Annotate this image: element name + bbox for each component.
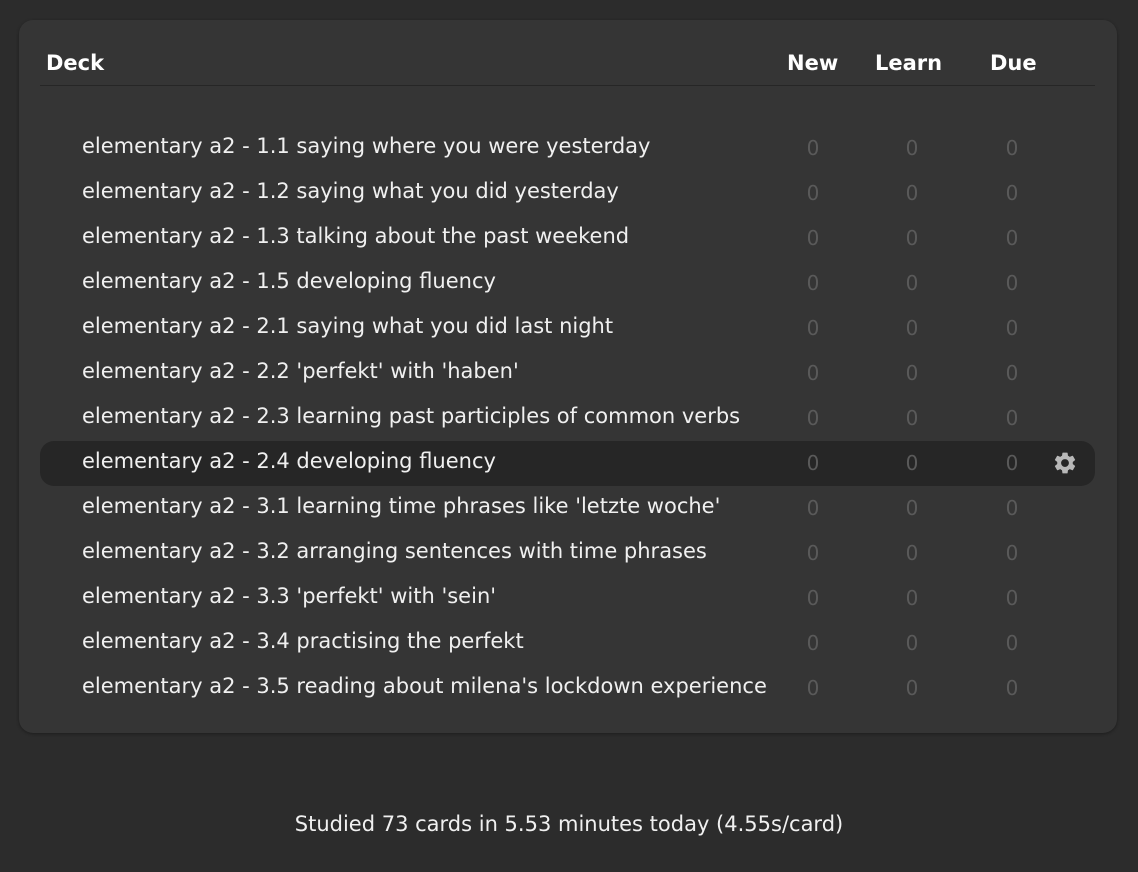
- learn-count: 0: [905, 586, 919, 610]
- due-count: 0: [1005, 316, 1019, 340]
- deck-name-link[interactable]: elementary a2 - 3.4 practising the perfe…: [82, 629, 524, 653]
- learn-count: 0: [905, 541, 919, 565]
- deck-row[interactable]: elementary a2 - 2.1 saying what you did …: [40, 306, 1095, 351]
- deck-name-link[interactable]: elementary a2 - 3.2 arranging sentences …: [82, 539, 707, 563]
- deck-row[interactable]: elementary a2 - 2.3 learning past partic…: [40, 396, 1095, 441]
- column-header-due: Due: [990, 51, 1037, 75]
- deck-row[interactable]: elementary a2 - 1.1 saying where you wer…: [40, 126, 1095, 171]
- due-count: 0: [1005, 631, 1019, 655]
- new-count: 0: [806, 586, 820, 610]
- new-count: 0: [806, 406, 820, 430]
- new-count: 0: [806, 631, 820, 655]
- new-count: 0: [806, 226, 820, 250]
- due-count: 0: [1005, 496, 1019, 520]
- column-header-learn: Learn: [875, 51, 943, 75]
- learn-count: 0: [905, 361, 919, 385]
- new-count: 0: [806, 271, 820, 295]
- deck-name-link[interactable]: elementary a2 - 3.3 'perfekt' with 'sein…: [82, 584, 496, 608]
- deck-name-link[interactable]: elementary a2 - 1.1 saying where you wer…: [82, 134, 650, 158]
- learn-count: 0: [905, 496, 919, 520]
- deck-row[interactable]: elementary a2 - 3.5 reading about milena…: [40, 666, 1095, 711]
- learn-count: 0: [905, 316, 919, 340]
- deck-name-link[interactable]: elementary a2 - 2.1 saying what you did …: [82, 314, 613, 338]
- learn-count: 0: [905, 631, 919, 655]
- due-count: 0: [1005, 406, 1019, 430]
- new-count: 0: [806, 361, 820, 385]
- deck-row[interactable]: elementary a2 - 3.2 arranging sentences …: [40, 531, 1095, 576]
- deck-row[interactable]: elementary a2 - 3.3 'perfekt' with 'sein…: [40, 576, 1095, 621]
- deck-row[interactable]: elementary a2 - 3.1 learning time phrase…: [40, 486, 1095, 531]
- new-count: 0: [806, 136, 820, 160]
- deck-name-link[interactable]: elementary a2 - 2.2 'perfekt' with 'habe…: [82, 359, 519, 383]
- due-count: 0: [1005, 361, 1019, 385]
- due-count: 0: [1005, 541, 1019, 565]
- deck-row[interactable]: elementary a2 - 2.2 'perfekt' with 'habe…: [40, 351, 1095, 396]
- due-count: 0: [1005, 676, 1019, 700]
- new-count: 0: [806, 496, 820, 520]
- learn-count: 0: [905, 451, 919, 475]
- learn-count: 0: [905, 136, 919, 160]
- column-header-deck: Deck: [46, 51, 105, 75]
- deck-row[interactable]: elementary a2 - 2.4 developing fluency 0 0…: [40, 441, 1095, 486]
- deck-name-link[interactable]: elementary a2 - 3.1 learning time phrase…: [82, 494, 720, 518]
- due-count: 0: [1005, 181, 1019, 205]
- deck-name-link[interactable]: elementary a2 - 2.3 learning past partic…: [82, 404, 740, 428]
- due-count: 0: [1005, 451, 1019, 475]
- column-header-new: New: [787, 51, 839, 75]
- deck-name-link[interactable]: elementary a2 - 1.5 developing fluency: [82, 269, 496, 293]
- deck-row[interactable]: elementary a2 - 1.3 talking about the pa…: [40, 216, 1095, 261]
- new-count: 0: [806, 541, 820, 565]
- deck-name-link[interactable]: elementary a2 - 2.4 developing fluency: [82, 449, 496, 473]
- due-count: 0: [1005, 226, 1019, 250]
- learn-count: 0: [905, 406, 919, 430]
- deck-row[interactable]: elementary a2 - 3.4 practising the perfe…: [40, 621, 1095, 666]
- deck-row[interactable]: elementary a2 - 1.5 developing fluency 0 0…: [40, 261, 1095, 306]
- learn-count: 0: [905, 676, 919, 700]
- deck-table-header: Deck New Learn Due: [40, 20, 1095, 86]
- deck-name-link[interactable]: elementary a2 - 1.2 saying what you did …: [82, 179, 619, 203]
- study-stats: Studied 73 cards in 5.53 minutes today (…: [294, 812, 844, 836]
- learn-count: 0: [905, 226, 919, 250]
- new-count: 0: [806, 451, 820, 475]
- due-count: 0: [1005, 136, 1019, 160]
- learn-count: 0: [905, 181, 919, 205]
- new-count: 0: [806, 181, 820, 205]
- deck-name-link[interactable]: elementary a2 - 1.3 talking about the pa…: [82, 224, 629, 248]
- deck-name-link[interactable]: elementary a2 - 3.5 reading about milena…: [82, 674, 767, 698]
- due-count: 0: [1005, 271, 1019, 295]
- due-count: 0: [1005, 586, 1019, 610]
- new-count: 0: [806, 316, 820, 340]
- deck-row[interactable]: elementary a2 - 1.2 saying what you did …: [40, 171, 1095, 216]
- learn-count: 0: [905, 271, 919, 295]
- new-count: 0: [806, 676, 820, 700]
- deck-list: elementary a2 - 1.1 saying where you wer…: [40, 126, 1095, 711]
- deck-browser-panel: Deck New Learn Due elementary a2 - 1.1 s…: [19, 20, 1117, 733]
- gear-icon[interactable]: [1052, 450, 1078, 476]
